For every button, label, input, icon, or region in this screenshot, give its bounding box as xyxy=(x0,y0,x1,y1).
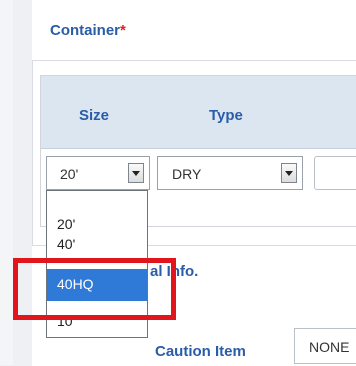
section-title-text: Container xyxy=(50,22,121,39)
option-label: 20' xyxy=(57,216,76,232)
type-select[interactable]: DRY xyxy=(157,156,303,190)
left-sidebar-strip xyxy=(0,0,13,365)
highlight-box xyxy=(13,258,176,320)
container-grid-header: Size Type xyxy=(41,76,356,149)
container-section-header: Container* xyxy=(32,0,356,61)
type-select-value: DRY xyxy=(172,166,202,182)
size-option-20[interactable]: 20' xyxy=(47,211,147,236)
size-select[interactable]: 20' xyxy=(46,156,150,190)
size-option-40[interactable]: 40' xyxy=(47,234,147,259)
chevron-down-icon[interactable] xyxy=(281,163,297,183)
caution-item-label: Caution Item xyxy=(155,343,246,360)
container-section-title: Container* xyxy=(50,22,126,39)
size-select-value: 20' xyxy=(60,166,79,182)
column-header-size: Size xyxy=(79,107,110,124)
chevron-down-icon[interactable] xyxy=(128,163,144,183)
required-asterisk: * xyxy=(120,22,126,39)
caution-item-value: NONE xyxy=(309,339,350,355)
option-label: 40' xyxy=(57,236,76,252)
column-header-type: Type xyxy=(209,107,243,124)
container-text-field[interactable] xyxy=(314,156,356,190)
caution-item-select[interactable]: NONE xyxy=(294,328,356,364)
